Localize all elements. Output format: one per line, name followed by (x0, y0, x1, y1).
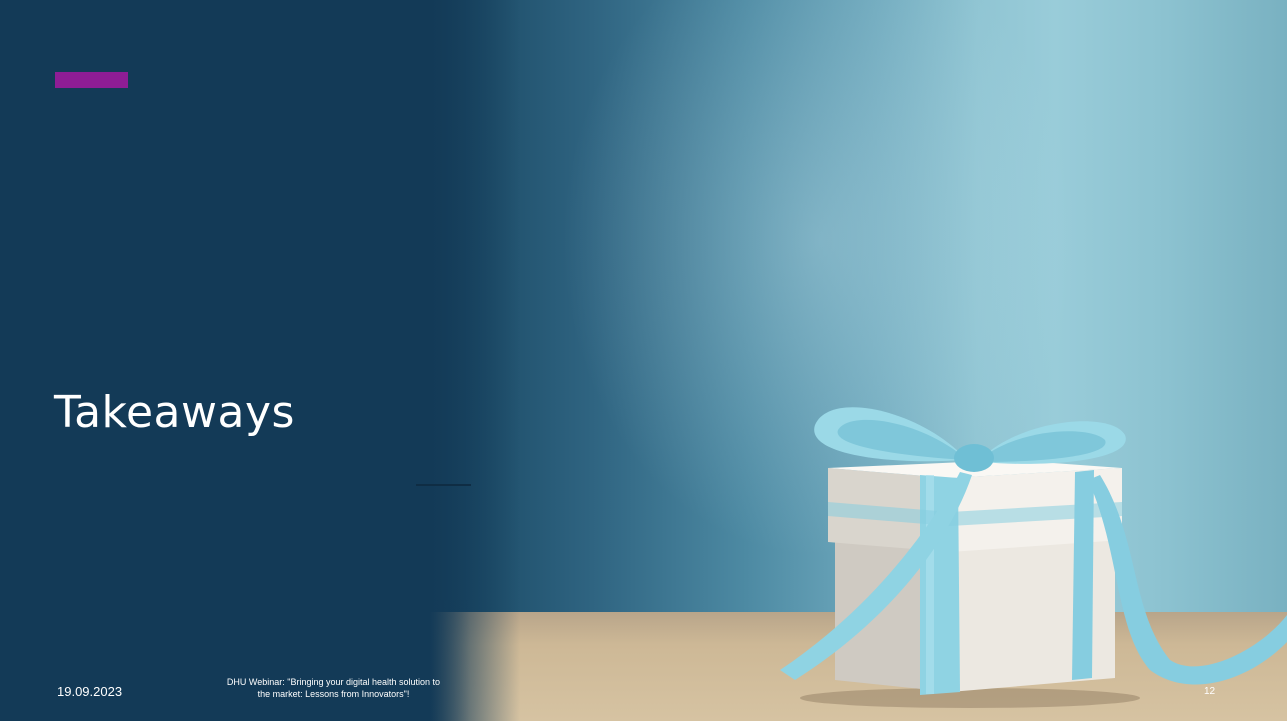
footer-caption-line-2: the market: Lessons from Innovators"! (257, 689, 410, 699)
slide-title: Takeaways (54, 387, 295, 438)
footer-caption-line-1: DHU Webinar: "Bringing your digital heal… (226, 677, 441, 687)
divider-line (416, 484, 471, 486)
slide: Takeaways 19.09.2023 DHU Webinar: "Bring… (0, 0, 1287, 721)
page-number: 12 (1204, 686, 1216, 697)
table-shadow (0, 600, 470, 721)
footer-date: 19.09.2023 (57, 684, 123, 699)
accent-bar (55, 72, 128, 88)
footer-caption: DHU Webinar: "Bringing your digital heal… (196, 676, 471, 700)
gift-box-image (780, 407, 1287, 708)
